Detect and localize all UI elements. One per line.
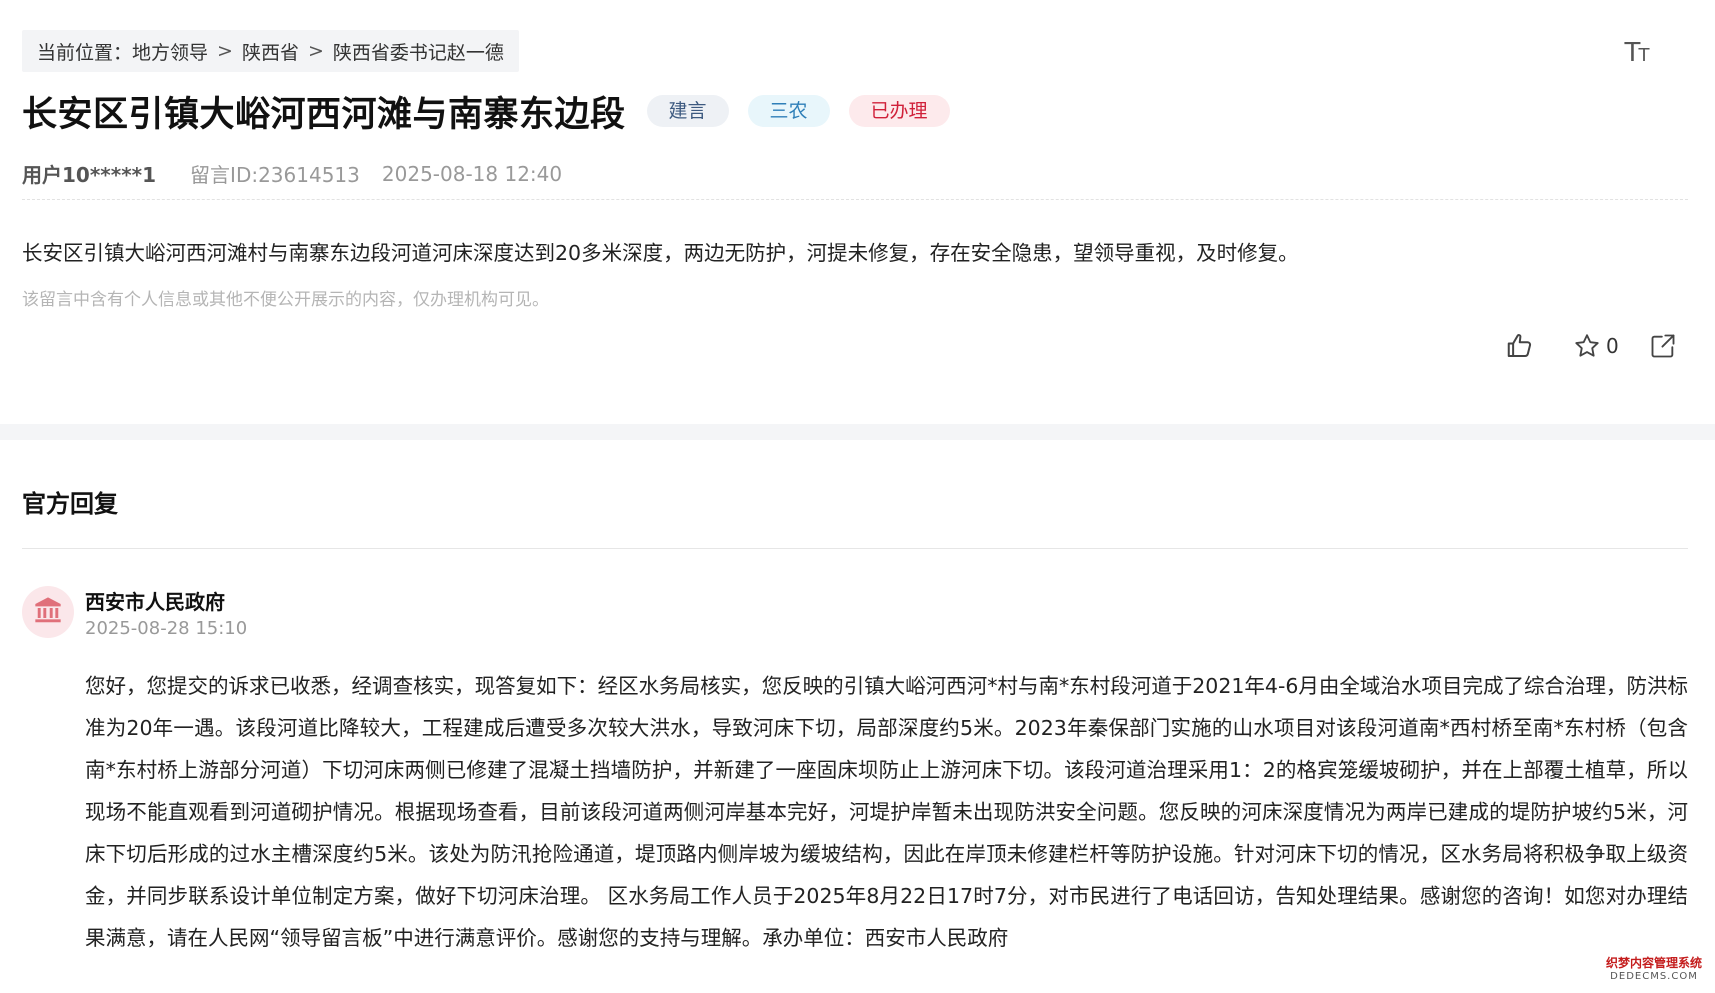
government-building-icon: [32, 594, 64, 630]
title-row: 长安区引镇大峪河西河滩与南寨东边段 建言 三农 已办理: [22, 86, 950, 136]
watermark-logo: 织梦内容管理系统 DEDECMS.COM: [1600, 956, 1708, 983]
like-button[interactable]: [1505, 331, 1535, 361]
reply-heading: 官方回复: [22, 490, 118, 518]
reply-organization: 西安市人民政府: [85, 590, 225, 614]
breadcrumb-item-shaanxi[interactable]: 陕西省: [242, 38, 299, 65]
divider: [22, 199, 1688, 200]
privacy-notice: 该留言中含有个人信息或其他不便公开展示的内容，仅办理机构可见。: [22, 290, 549, 310]
section-separator: [0, 424, 1715, 440]
breadcrumb-item-party-secretary[interactable]: 陕西省委书记赵一德: [333, 38, 504, 65]
tag-agriculture: 三农: [747, 95, 830, 127]
breadcrumb-item-local-leaders[interactable]: 地方领导: [132, 38, 208, 65]
favorite-button[interactable]: 0: [1573, 332, 1619, 360]
watermark-line-1: 织梦内容管理系统: [1605, 956, 1702, 970]
post-user: 用户10*****1: [22, 163, 157, 187]
thumbs-up-icon: [1505, 331, 1535, 361]
share-icon: [1649, 332, 1677, 360]
breadcrumb-separator: >: [217, 40, 233, 62]
share-button[interactable]: [1649, 332, 1677, 360]
font-size-icon-small: T: [1638, 45, 1650, 66]
breadcrumb-separator: >: [307, 40, 324, 62]
favorite-count: 0: [1606, 334, 1619, 358]
post-time: 2025-08-18 12:40: [381, 161, 563, 186]
page: 当前位置： 地方领导 > 陕西省 > 陕西省委书记赵一德 T T 长安区引镇大峪…: [0, 0, 1715, 993]
reply-time: 2025-08-28 15:10: [85, 618, 248, 639]
divider: [22, 548, 1688, 549]
post-content: 长安区引镇大峪河西河滩村与南寨东边段河道河床深度达到20多米深度，两边无防护，河…: [22, 241, 1299, 265]
watermark-line-2: DEDECMS.COM: [1610, 971, 1698, 982]
breadcrumb: 当前位置： 地方领导 > 陕西省 > 陕西省委书记赵一德: [22, 30, 519, 72]
avatar: [22, 586, 74, 638]
page-title: 长安区引镇大峪河西河滩与南寨东边段: [22, 94, 626, 135]
status-badge: 已办理: [848, 95, 950, 127]
star-icon: [1573, 332, 1601, 360]
reply-body: 您好，您提交的诉求已收悉，经调查核实，现答复如下：经区水务局核实，您反映的引镇大…: [85, 674, 1688, 950]
breadcrumb-prefix: 当前位置：: [37, 41, 133, 64]
font-size-button[interactable]: T T: [1620, 36, 1654, 66]
tag-suggestion: 建言: [646, 95, 729, 127]
post-meta: 用户10*****1 留言ID:23614513 2025-08-18 12:4…: [22, 159, 562, 188]
post-actions: 0: [1505, 329, 1677, 363]
message-id: 留言ID:23614513: [190, 163, 360, 187]
